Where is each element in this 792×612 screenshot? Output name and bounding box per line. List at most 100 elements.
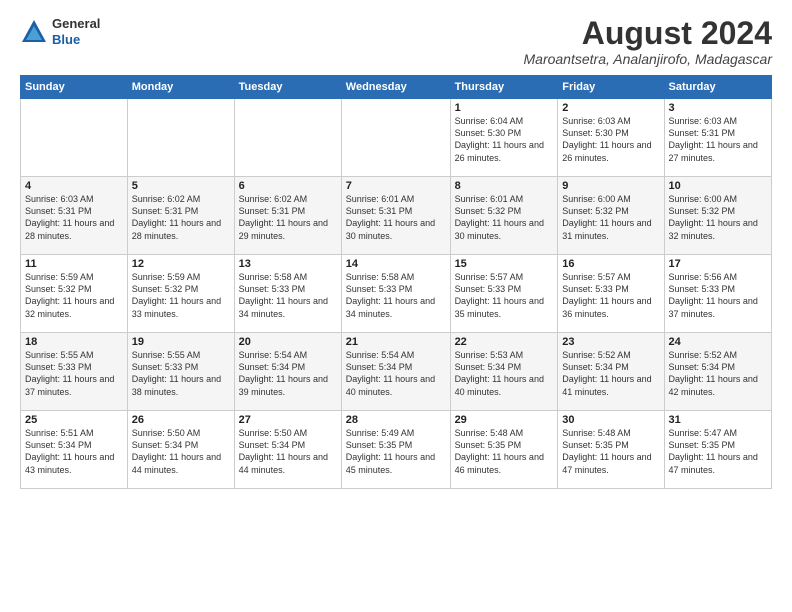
- logo-text: General Blue: [52, 16, 100, 47]
- day-number: 27: [239, 414, 337, 426]
- day-number: 14: [346, 258, 446, 270]
- table-row: 25Sunrise: 5:51 AMSunset: 5:34 PMDayligh…: [21, 411, 128, 489]
- day-number: 11: [25, 258, 123, 270]
- day-number: 16: [562, 258, 659, 270]
- day-info: Sunrise: 6:03 AMSunset: 5:30 PMDaylight:…: [562, 115, 659, 164]
- day-info: Sunrise: 5:58 AMSunset: 5:33 PMDaylight:…: [346, 271, 446, 320]
- day-number: 10: [669, 180, 767, 192]
- table-row: [127, 99, 234, 177]
- day-info: Sunrise: 6:03 AMSunset: 5:31 PMDaylight:…: [669, 115, 767, 164]
- day-number: 1: [455, 102, 554, 114]
- day-info: Sunrise: 6:04 AMSunset: 5:30 PMDaylight:…: [455, 115, 554, 164]
- table-row: 7Sunrise: 6:01 AMSunset: 5:31 PMDaylight…: [341, 177, 450, 255]
- day-info: Sunrise: 6:00 AMSunset: 5:32 PMDaylight:…: [562, 193, 659, 242]
- day-info: Sunrise: 5:52 AMSunset: 5:34 PMDaylight:…: [562, 349, 659, 398]
- day-number: 3: [669, 102, 767, 114]
- day-info: Sunrise: 6:01 AMSunset: 5:31 PMDaylight:…: [346, 193, 446, 242]
- week-row-3: 11 Sunrise: 5:59 AMSunset: 5:32 PMDayligh…: [21, 255, 772, 333]
- day-number: 26: [132, 414, 230, 426]
- day-info: Sunrise: 5:51 AMSunset: 5:34 PMDaylight:…: [25, 427, 123, 476]
- day-info: Sunrise: 5:50 AMSunset: 5:34 PMDaylight:…: [239, 427, 337, 476]
- day-number: 18: [25, 336, 123, 348]
- day-info: Sunrise: 5:57 AMSunset: 5:33 PMDaylight:…: [562, 271, 659, 320]
- table-row: 17Sunrise: 5:56 AMSunset: 5:33 PMDayligh…: [664, 255, 771, 333]
- day-info: Sunrise: 5:54 AMSunset: 5:34 PMDaylight:…: [346, 349, 446, 398]
- table-row: 13Sunrise: 5:58 AMSunset: 5:33 PMDayligh…: [234, 255, 341, 333]
- calendar-table: Sunday Monday Tuesday Wednesday Thursday…: [20, 75, 772, 489]
- day-info: Sunrise: 5:56 AMSunset: 5:33 PMDaylight:…: [669, 271, 767, 320]
- calendar-body: 1Sunrise: 6:04 AMSunset: 5:30 PMDaylight…: [21, 99, 772, 489]
- table-row: 21Sunrise: 5:54 AMSunset: 5:34 PMDayligh…: [341, 333, 450, 411]
- calendar-header: Sunday Monday Tuesday Wednesday Thursday…: [21, 76, 772, 99]
- col-friday: Friday: [558, 76, 664, 99]
- table-row: 14Sunrise: 5:58 AMSunset: 5:33 PMDayligh…: [341, 255, 450, 333]
- day-info: Sunrise: 5:47 AMSunset: 5:35 PMDaylight:…: [669, 427, 767, 476]
- day-info: Sunrise: 5:48 AMSunset: 5:35 PMDaylight:…: [455, 427, 554, 476]
- table-row: 4Sunrise: 6:03 AMSunset: 5:31 PMDaylight…: [21, 177, 128, 255]
- table-row: 18Sunrise: 5:55 AMSunset: 5:33 PMDayligh…: [21, 333, 128, 411]
- day-info: Sunrise: 5:55 AMSunset: 5:33 PMDaylight:…: [132, 349, 230, 398]
- table-row: 30Sunrise: 5:48 AMSunset: 5:35 PMDayligh…: [558, 411, 664, 489]
- table-row: 2Sunrise: 6:03 AMSunset: 5:30 PMDaylight…: [558, 99, 664, 177]
- table-row: 6Sunrise: 6:02 AMSunset: 5:31 PMDaylight…: [234, 177, 341, 255]
- table-row: 20Sunrise: 5:54 AMSunset: 5:34 PMDayligh…: [234, 333, 341, 411]
- day-number: 5: [132, 180, 230, 192]
- day-info: Sunrise: 5:52 AMSunset: 5:34 PMDaylight:…: [669, 349, 767, 398]
- logo-general: General: [52, 16, 100, 31]
- day-number: 23: [562, 336, 659, 348]
- day-number: 6: [239, 180, 337, 192]
- col-saturday: Saturday: [664, 76, 771, 99]
- day-number: 8: [455, 180, 554, 192]
- day-number: 17: [669, 258, 767, 270]
- table-row: 29Sunrise: 5:48 AMSunset: 5:35 PMDayligh…: [450, 411, 558, 489]
- day-info: Sunrise: 6:02 AMSunset: 5:31 PMDaylight:…: [239, 193, 337, 242]
- day-info: Sunrise: 5:55 AMSunset: 5:33 PMDaylight:…: [25, 349, 123, 398]
- week-row-2: 4Sunrise: 6:03 AMSunset: 5:31 PMDaylight…: [21, 177, 772, 255]
- day-number: 12: [132, 258, 230, 270]
- day-info: Sunrise: 6:00 AMSunset: 5:32 PMDaylight:…: [669, 193, 767, 242]
- day-info: Sunrise: 5:50 AMSunset: 5:34 PMDaylight:…: [132, 427, 230, 476]
- month-year: August 2024: [524, 16, 773, 51]
- week-row-5: 25Sunrise: 5:51 AMSunset: 5:34 PMDayligh…: [21, 411, 772, 489]
- col-tuesday: Tuesday: [234, 76, 341, 99]
- day-info: Sunrise: 5:53 AMSunset: 5:34 PMDaylight:…: [455, 349, 554, 398]
- day-number: 31: [669, 414, 767, 426]
- table-row: 27Sunrise: 5:50 AMSunset: 5:34 PMDayligh…: [234, 411, 341, 489]
- day-number: 9: [562, 180, 659, 192]
- table-row: 9Sunrise: 6:00 AMSunset: 5:32 PMDaylight…: [558, 177, 664, 255]
- col-sunday: Sunday: [21, 76, 128, 99]
- table-row: 11Sunrise: 5:59 AMSunset: 5:32 PMDayligh…: [21, 255, 128, 333]
- day-info: Sunrise: 6:01 AMSunset: 5:32 PMDaylight:…: [455, 193, 554, 242]
- day-number: 24: [669, 336, 767, 348]
- day-number: 7: [346, 180, 446, 192]
- logo-blue: Blue: [52, 32, 80, 47]
- day-info: Sunrise: 6:03 AMSunset: 5:31 PMDaylight:…: [25, 193, 123, 242]
- week-row-1: 1Sunrise: 6:04 AMSunset: 5:30 PMDaylight…: [21, 99, 772, 177]
- title-block: August 2024 Maroantsetra, Analanjirofo, …: [524, 16, 773, 67]
- day-number: 2: [562, 102, 659, 114]
- col-thursday: Thursday: [450, 76, 558, 99]
- table-row: 26Sunrise: 5:50 AMSunset: 5:34 PMDayligh…: [127, 411, 234, 489]
- table-row: 3Sunrise: 6:03 AMSunset: 5:31 PMDaylight…: [664, 99, 771, 177]
- table-row: [341, 99, 450, 177]
- col-monday: Monday: [127, 76, 234, 99]
- day-number: 4: [25, 180, 123, 192]
- table-row: 23Sunrise: 5:52 AMSunset: 5:34 PMDayligh…: [558, 333, 664, 411]
- table-row: 1Sunrise: 6:04 AMSunset: 5:30 PMDaylight…: [450, 99, 558, 177]
- day-info: Sunrise: 5:57 AMSunset: 5:33 PMDaylight:…: [455, 271, 554, 320]
- day-number: 13: [239, 258, 337, 270]
- table-row: 31Sunrise: 5:47 AMSunset: 5:35 PMDayligh…: [664, 411, 771, 489]
- table-row: 10Sunrise: 6:00 AMSunset: 5:32 PMDayligh…: [664, 177, 771, 255]
- logo: General Blue: [20, 16, 100, 47]
- day-number: 22: [455, 336, 554, 348]
- table-row: 24Sunrise: 5:52 AMSunset: 5:34 PMDayligh…: [664, 333, 771, 411]
- page: General Blue August 2024 Maroantsetra, A…: [0, 0, 792, 612]
- day-info: Sunrise: 5:59 AMSunset: 5:32 PMDaylight:…: [132, 271, 230, 320]
- table-row: 15Sunrise: 5:57 AMSunset: 5:33 PMDayligh…: [450, 255, 558, 333]
- table-row: [21, 99, 128, 177]
- day-number: 29: [455, 414, 554, 426]
- table-row: 16Sunrise: 5:57 AMSunset: 5:33 PMDayligh…: [558, 255, 664, 333]
- day-number: 30: [562, 414, 659, 426]
- table-row: 28Sunrise: 5:49 AMSunset: 5:35 PMDayligh…: [341, 411, 450, 489]
- table-row: 8Sunrise: 6:01 AMSunset: 5:32 PMDaylight…: [450, 177, 558, 255]
